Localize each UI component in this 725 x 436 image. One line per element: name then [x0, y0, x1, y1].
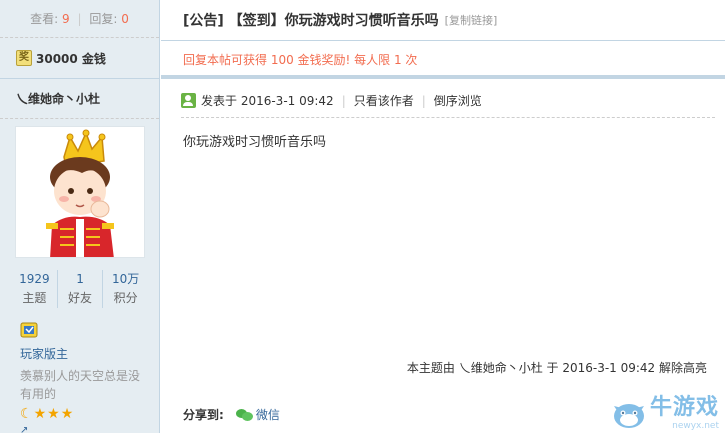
stat-friends-label: 好友 [68, 291, 93, 305]
user-signature: 羡慕别人的天空总是没有用的 [20, 369, 141, 401]
author-name[interactable]: 乀维她命丶小杜 [0, 79, 159, 119]
star-icon: ★ [60, 406, 74, 422]
avatar[interactable] [15, 126, 145, 258]
thread-title: [公告] 【签到】你玩游戏时习惯听音乐吗 [183, 13, 439, 29]
meta-separator: | [341, 93, 346, 108]
author-stats: 1929 主题 1 好友 10万 积分 [12, 270, 148, 308]
share-bar: 分享到: 微信 [183, 406, 280, 423]
stat-friends[interactable]: 1 好友 [58, 270, 104, 308]
replies-count: 0 [121, 12, 129, 26]
meta-separator: | [421, 93, 426, 108]
post-content: 你玩游戏时习惯听音乐吗 [183, 135, 327, 150]
stat-points[interactable]: 10万 积分 [103, 270, 148, 308]
only-author-link[interactable]: 只看该作者 [354, 92, 414, 109]
reverse-order-link[interactable]: 倒序浏览 [434, 92, 482, 109]
views-count: 9 [62, 12, 70, 26]
author-sidebar: 查看: 9 | 回复: 0 奖 30000 金钱 乀维她命丶小杜 1929 主题… [0, 0, 160, 436]
reward-amount: 30000 金钱 [36, 51, 106, 66]
stat-threads[interactable]: 1929 主题 [12, 270, 58, 308]
post-date: 发表于 2016-3-1 09:42 [201, 94, 334, 108]
stat-friends-value[interactable]: 1 [58, 270, 103, 288]
post-main: [公告] 【签到】你玩游戏时习惯听音乐吗 [复制链接] 回复本帖可获得 100 … [161, 0, 725, 433]
stats-separator: | [77, 12, 82, 26]
share-label: 分享到: [183, 408, 224, 422]
moderation-note: 本主题由 乀维她命丶小杜 于 2016-3-1 09:42 解除高亮 [406, 361, 707, 375]
copy-link-button[interactable]: [复制链接] [445, 12, 498, 28]
stat-points-value[interactable]: 10万 [103, 270, 148, 288]
stat-threads-label: 主题 [22, 291, 47, 305]
post-meta: 发表于 2016-3-1 09:42 | 只看该作者 | 倒序浏览 [181, 92, 482, 109]
site-watermark: 牛游戏 newyx.net [610, 395, 719, 431]
watermark-domain: newyx.net [672, 421, 719, 431]
watermark-brand: 牛游戏 [649, 395, 719, 420]
cow-mascot-icon [613, 404, 644, 428]
avatar-illustration [46, 129, 114, 257]
star-icon: ★ [33, 406, 47, 422]
views-label: 查看: [30, 12, 59, 26]
rank-stars: ☾ ★ ★ ★ [20, 406, 73, 422]
more-icon[interactable]: ↗ [20, 425, 34, 436]
stat-points-label: 积分 [113, 291, 138, 305]
online-user-icon [181, 93, 196, 108]
stat-threads-value[interactable]: 1929 [12, 270, 57, 288]
thread-stats: 查看: 9 | 回复: 0 [0, 0, 159, 38]
star-icon: ★ [47, 406, 60, 422]
replies-label: 回复: [89, 12, 118, 26]
moon-icon: ☾ [20, 406, 33, 422]
moderator-badge-icon [20, 322, 38, 338]
thread-title-bar: [公告] 【签到】你玩游戏时习惯听音乐吗 [复制链接] [161, 0, 725, 41]
meta-divider [181, 117, 715, 118]
wechat-icon[interactable] [235, 408, 253, 421]
reward-banner: 奖 30000 金钱 [0, 38, 159, 79]
reward-coin-icon: 奖 [16, 50, 32, 66]
user-group-link[interactable]: 玩家版主 [20, 345, 68, 362]
share-wechat-link[interactable]: 微信 [256, 406, 280, 423]
reply-reward-notice: 回复本帖可获得 100 金钱奖励! 每人限 1 次 [161, 41, 725, 79]
